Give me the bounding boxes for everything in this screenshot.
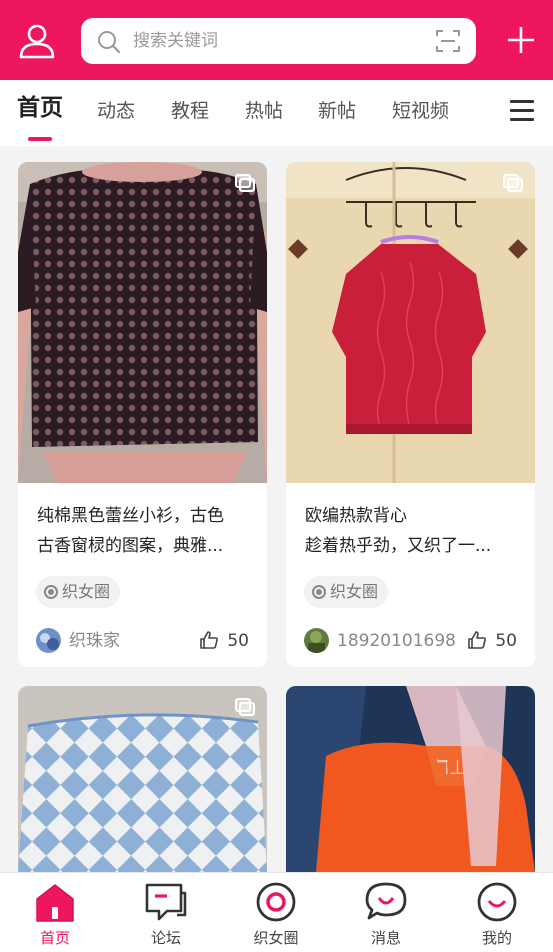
circle-tag[interactable]: 织女圈 xyxy=(304,576,389,608)
like-count[interactable]: 50 xyxy=(447,628,517,654)
post-image xyxy=(286,162,535,483)
svg-text:ℸ⊥: ℸ⊥ xyxy=(436,755,466,779)
tab-hot[interactable]: 热帖 xyxy=(245,98,283,124)
top-bar: 搜索关键词 xyxy=(0,0,553,80)
bottom-nav: 首页 论坛 织女圈 消息 我的 xyxy=(0,872,553,952)
plus-icon[interactable] xyxy=(507,26,535,54)
post-image xyxy=(18,686,267,872)
like-count[interactable]: 50 xyxy=(179,628,249,654)
user-icon[interactable] xyxy=(18,22,56,60)
post-card[interactable] xyxy=(18,686,267,872)
search-placeholder: 搜索关键词 xyxy=(133,31,218,51)
nav-circle[interactable]: 织女圈 xyxy=(241,881,311,947)
tab-short-video[interactable]: 短视频 xyxy=(392,98,449,124)
post-image: ℸ⊥ xyxy=(286,686,535,872)
circle-tag[interactable]: 织女圈 xyxy=(36,576,121,608)
forum-icon xyxy=(145,881,187,923)
home-icon xyxy=(34,881,76,923)
category-tabs: 首页 动态 教程 热帖 新帖 短视频 xyxy=(0,80,553,146)
post-card[interactable]: 纯棉黑色蕾丝小衫，古色 古香窗棂的图案，典雅... 织女圈 织珠家 50 xyxy=(18,162,267,667)
thumbs-up-icon xyxy=(467,630,487,650)
search-icon xyxy=(97,30,121,54)
search-input[interactable]: 搜索关键词 xyxy=(81,18,476,64)
nav-forum[interactable]: 论坛 xyxy=(131,881,201,947)
nav-profile[interactable]: 我的 xyxy=(462,881,532,947)
multi-image-icon xyxy=(235,174,255,192)
nav-messages[interactable]: 消息 xyxy=(351,881,421,947)
tab-tutorial[interactable]: 教程 xyxy=(171,98,209,124)
message-icon xyxy=(365,881,407,923)
post-card[interactable]: 欧编热款背心 趁着热乎劲，又织了一... 织女圈 18920101698 50 xyxy=(286,162,535,667)
post-title: 纯棉黑色蕾丝小衫，古色 古香窗棂的图案，典雅... xyxy=(37,506,224,556)
tab-dynamic[interactable]: 动态 xyxy=(97,98,135,124)
tab-active-indicator xyxy=(28,137,52,141)
circle-tag-icon xyxy=(312,585,326,599)
circle-icon xyxy=(255,881,297,923)
thumbs-up-icon xyxy=(199,630,219,650)
profile-icon xyxy=(476,881,518,923)
circle-tag-icon xyxy=(44,585,58,599)
tab-new[interactable]: 新帖 xyxy=(318,98,356,124)
avatar xyxy=(36,628,61,653)
menu-icon[interactable] xyxy=(510,100,534,122)
avatar xyxy=(304,628,329,653)
scan-icon[interactable] xyxy=(436,29,460,53)
post-image xyxy=(18,162,267,483)
multi-image-icon xyxy=(503,174,523,192)
post-title: 欧编热款背心 趁着热乎劲，又织了一... xyxy=(305,506,492,556)
tab-home[interactable]: 首页 xyxy=(17,95,63,121)
multi-image-icon xyxy=(235,698,255,716)
nav-home[interactable]: 首页 xyxy=(20,881,90,947)
post-card[interactable]: ℸ⊥ xyxy=(286,686,535,872)
